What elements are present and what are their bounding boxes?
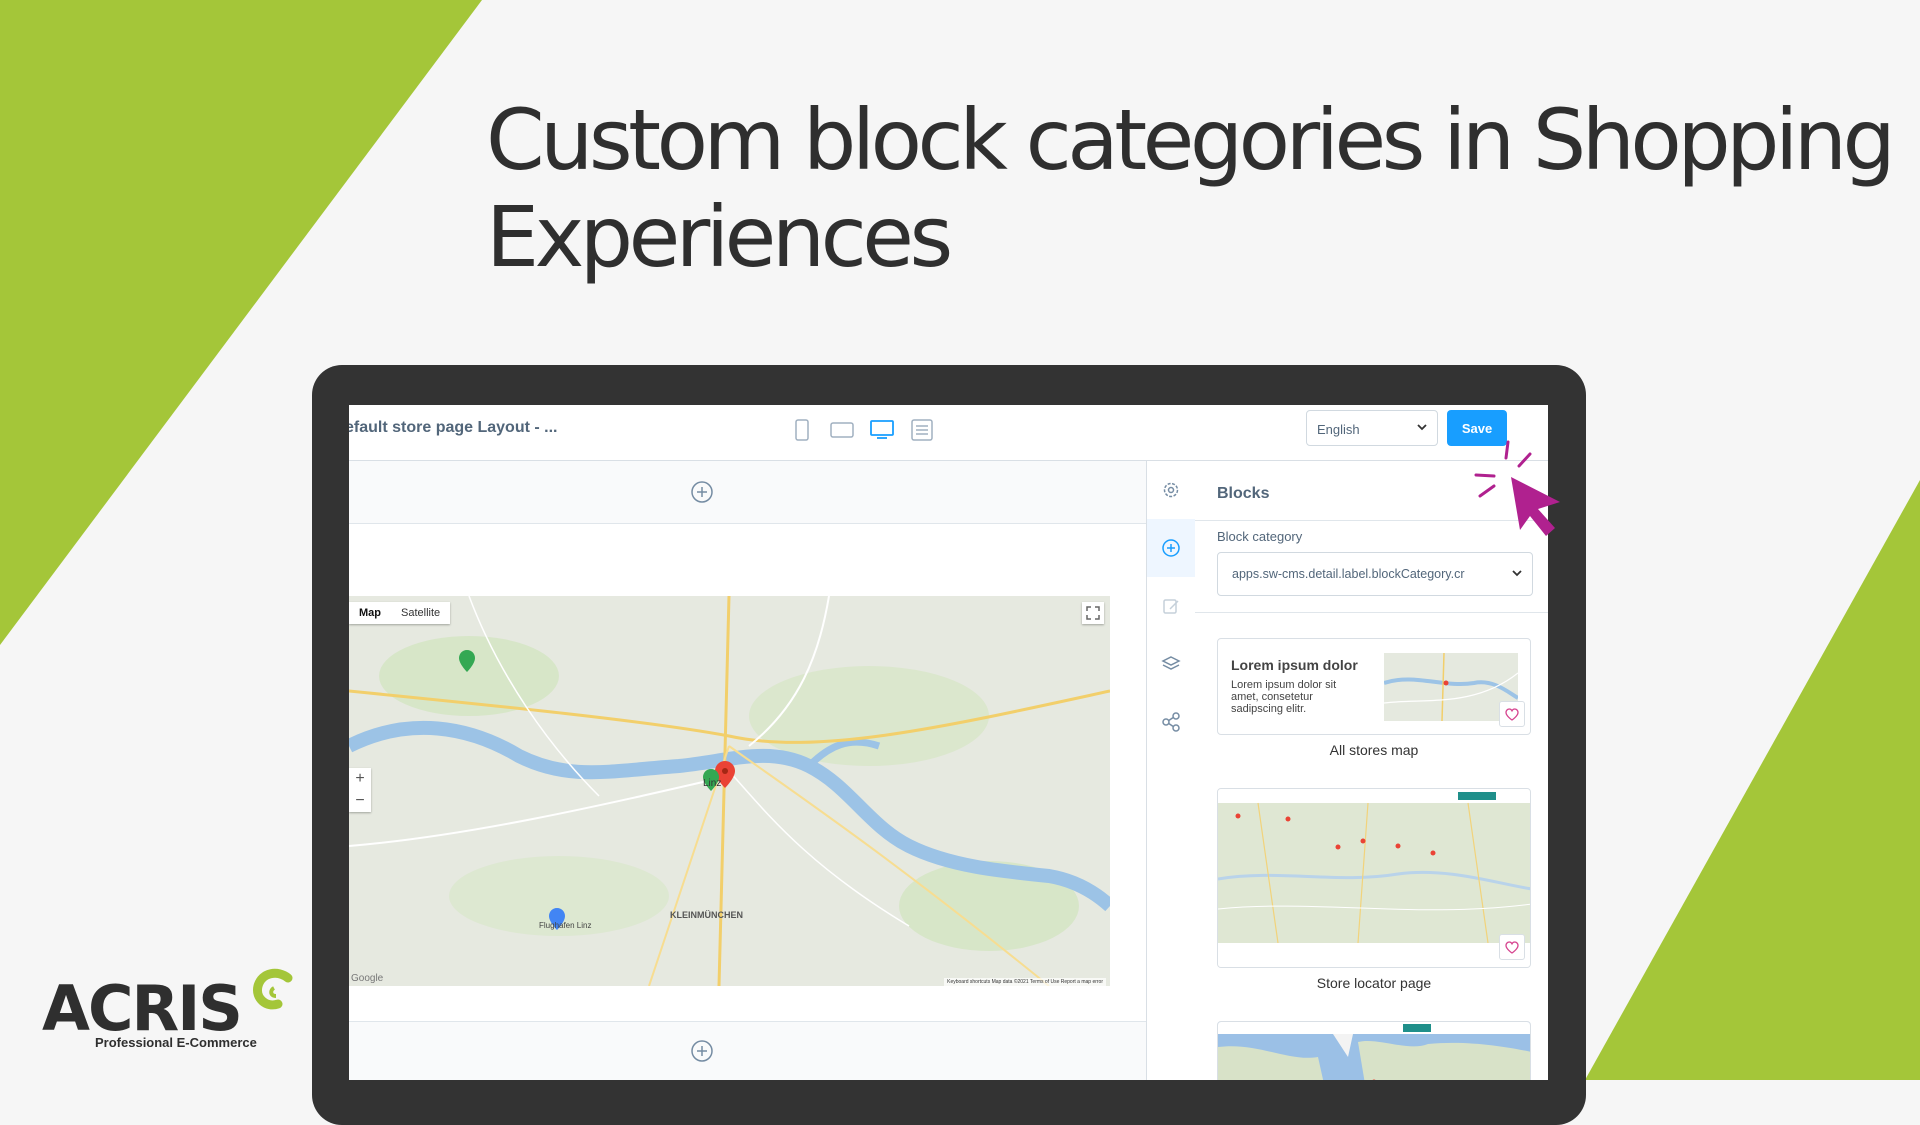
tablet-icon[interactable] [829, 417, 855, 443]
zoom-in-button[interactable]: + [349, 768, 371, 790]
chevron-down-icon [1417, 424, 1427, 431]
block-card-all-stores-map[interactable]: Lorem ipsum dolor Lorem ipsum dolor sit … [1217, 638, 1531, 735]
add-icon[interactable] [1147, 519, 1195, 577]
canvas-section-bottom [349, 1022, 1146, 1080]
add-section-icon[interactable] [690, 480, 714, 504]
map-type-tabs: Map Satellite [349, 602, 451, 624]
map-label-kleinmuenchen: KLEINMÜNCHEN [670, 910, 743, 920]
zoom-out-button[interactable]: − [349, 790, 371, 812]
device-switcher [789, 417, 935, 443]
store-map[interactable]: Linz KLEINMÜNCHEN Flughafen Linz Map Sat… [349, 596, 1110, 986]
block-category-label: Block category [1217, 529, 1303, 544]
map-zoom-control: + − [349, 768, 371, 812]
map-label-airport: Flughafen Linz [539, 921, 591, 930]
map-tab-satellite[interactable]: Satellite [391, 602, 450, 624]
block-preview-title: Lorem ipsum dolor [1231, 657, 1358, 673]
block-preview-world-map [1218, 1022, 1530, 1080]
block-card-store-locator[interactable] [1217, 788, 1531, 968]
block-category-value: apps.sw-cms.detail.label.blockCategory.c… [1232, 567, 1465, 581]
block-preview-map [1383, 652, 1520, 722]
map-label-linz: Linz [703, 778, 721, 789]
map-section: Linz KLEINMÜNCHEN Flughafen Linz Map Sat… [349, 524, 1146, 1022]
favorite-button[interactable] [1499, 701, 1525, 727]
block-name-store-locator: Store locator page [1316, 975, 1432, 991]
map-tab-map[interactable]: Map [349, 602, 391, 624]
heart-icon [1505, 940, 1519, 954]
fullscreen-button[interactable] [1082, 602, 1104, 624]
favorite-button[interactable] [1499, 934, 1525, 960]
block-category-select[interactable]: apps.sw-cms.detail.label.blockCategory.c… [1217, 552, 1533, 596]
block-name-all-stores-map: All stores map [1329, 742, 1419, 758]
headline-line-1: Custom block categories in Shopping [486, 91, 1896, 189]
language-value: English [1317, 422, 1360, 437]
divider [1195, 612, 1548, 613]
language-select[interactable]: English [1306, 410, 1438, 446]
sidebar-navigation [1146, 461, 1196, 1080]
add-section-bottom-icon[interactable] [690, 1039, 714, 1063]
logo-tagline: Professional E-Commerce [95, 1035, 257, 1050]
mobile-icon[interactable] [789, 417, 815, 443]
page-headline: Custom block categories in Shopping Expe… [486, 91, 1896, 286]
fullscreen-icon [1086, 606, 1100, 620]
editor-toolbar: efault store page Layout - ... English S… [349, 405, 1548, 461]
blocks-panel: Blocks Block category apps.sw-cms.detail… [1195, 461, 1548, 1080]
headline-line-2: Experiences [486, 188, 953, 286]
map-graphic: Linz KLEINMÜNCHEN Flughafen Linz [349, 596, 1110, 986]
block-preview-text: Lorem ipsum dolor sit amet, consetetur s… [1231, 679, 1337, 715]
page-canvas: Linz KLEINMÜNCHEN Flughafen Linz Map Sat… [349, 461, 1146, 1080]
form-icon[interactable] [909, 417, 935, 443]
cms-editor-screen: efault store page Layout - ... English S… [349, 405, 1548, 1080]
desktop-icon[interactable] [869, 417, 895, 443]
gear-icon[interactable] [1147, 461, 1195, 519]
block-preview-store-locator [1218, 789, 1530, 967]
canvas-section-top [349, 461, 1146, 524]
chevron-down-icon [1512, 569, 1522, 577]
block-card-world-map[interactable] [1217, 1021, 1531, 1080]
heart-icon [1505, 707, 1519, 721]
layers-icon[interactable] [1147, 635, 1195, 693]
google-logo: Google [351, 973, 384, 984]
share-icon[interactable] [1147, 693, 1195, 751]
map-attribution: Keyboard shortcuts Map data ©2021 Terms … [944, 978, 1106, 986]
panel-title: Blocks [1217, 485, 1270, 502]
layout-title: efault store page Layout - ... [349, 419, 558, 436]
click-cursor-icon [1474, 440, 1560, 536]
edit-icon[interactable] [1147, 577, 1195, 635]
